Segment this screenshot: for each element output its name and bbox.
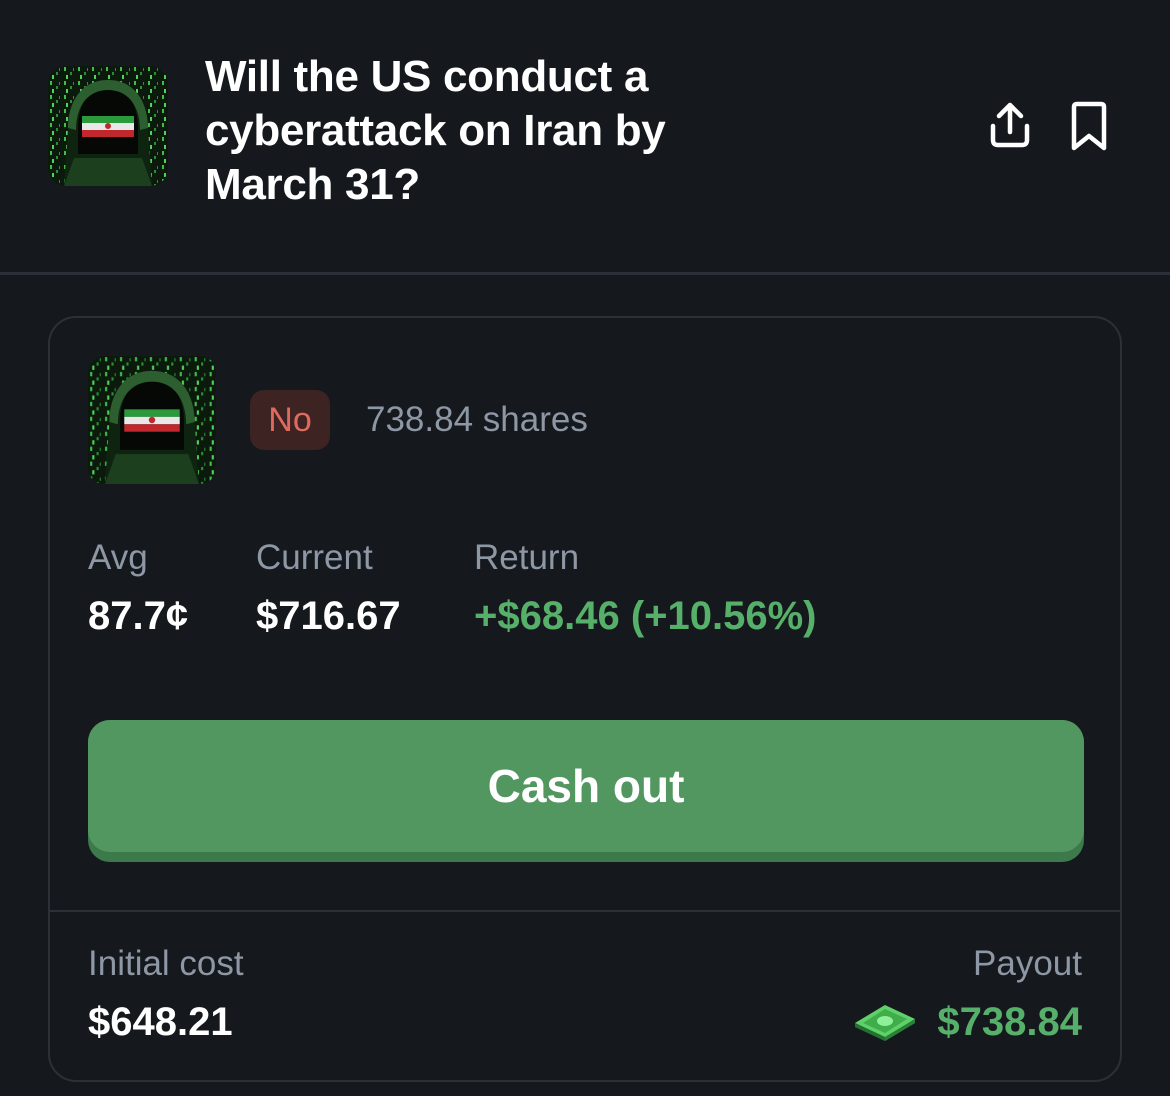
- share-icon: [990, 102, 1030, 148]
- payout-row: $738.84: [853, 996, 1082, 1048]
- return-label: Return: [474, 538, 580, 577]
- card-divider: [50, 910, 1120, 912]
- market-header: Will the US conduct a cyberattack on Ira…: [0, 0, 1170, 272]
- current-value: $716.67: [256, 594, 401, 638]
- outcome-badge: No: [250, 390, 330, 450]
- position-card: No 738.84 shares Avg 87.7¢ Current $716.…: [48, 316, 1122, 1082]
- shares-count: 738.84 shares: [366, 400, 588, 439]
- initial-cost-value: $648.21: [88, 1000, 233, 1044]
- cash-out-label: Cash out: [88, 720, 1084, 852]
- current-label: Current: [256, 538, 373, 577]
- position-thumbnail: [88, 356, 216, 484]
- avg-label: Avg: [88, 538, 148, 577]
- money-bill-icon: [855, 1005, 916, 1041]
- avg-value: 87.7¢: [88, 594, 189, 638]
- header-divider: [0, 272, 1170, 275]
- hooded-hacker-image: [88, 356, 216, 484]
- cash-out-button[interactable]: Cash out: [88, 720, 1084, 862]
- market-thumbnail: [48, 66, 168, 186]
- bookmark-button[interactable]: [1066, 100, 1112, 154]
- share-button[interactable]: [986, 100, 1034, 152]
- hooded-hacker-image: [48, 66, 168, 186]
- initial-cost-label: Initial cost: [88, 944, 244, 983]
- payout-value: $738.84: [937, 1000, 1082, 1044]
- market-title: Will the US conduct a cyberattack on Ira…: [205, 52, 666, 209]
- return-value: +$68.46 (+10.56%): [474, 594, 817, 638]
- payout-label: Payout: [973, 944, 1082, 983]
- bookmark-icon: [1071, 101, 1107, 151]
